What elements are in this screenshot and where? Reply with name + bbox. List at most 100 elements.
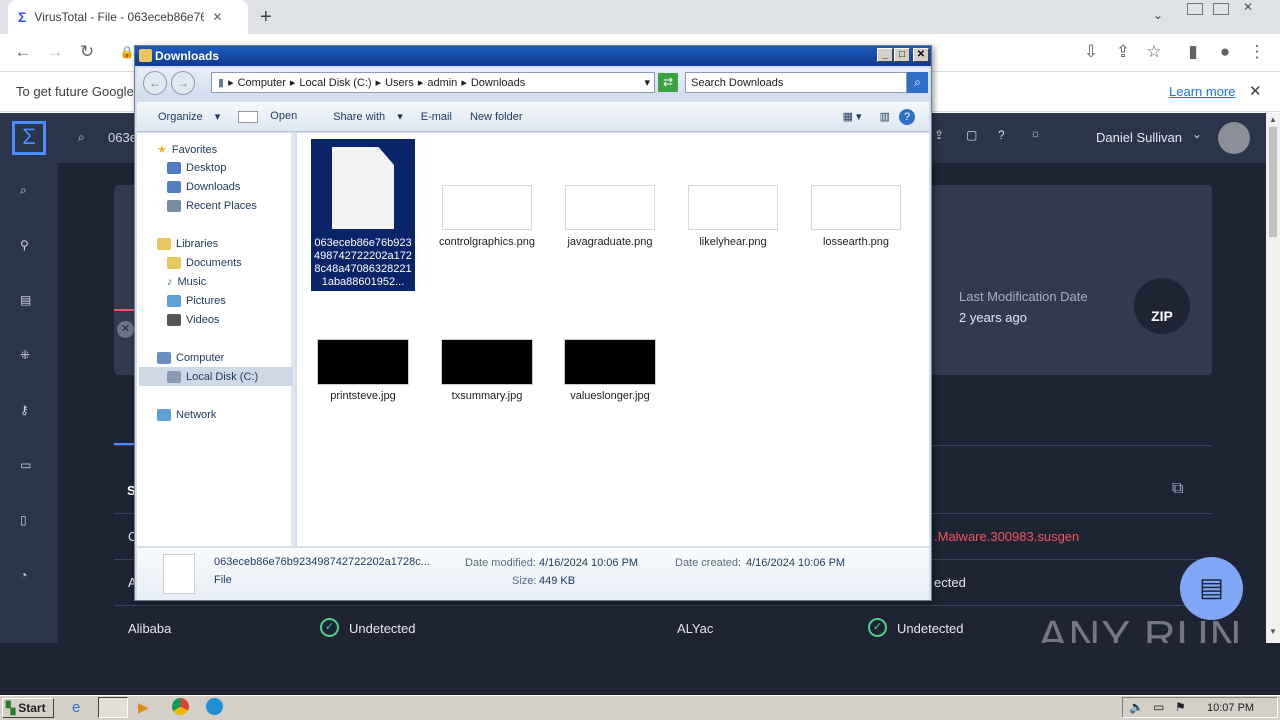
explorer-minimize-button[interactable]: _: [877, 48, 893, 62]
minimize-window-icon[interactable]: [1187, 3, 1203, 15]
start-button[interactable]: ▚ Start: [2, 698, 54, 718]
open-button[interactable]: Open: [229, 110, 315, 123]
learn-more-link[interactable]: Learn more: [1169, 84, 1235, 99]
email-button[interactable]: E-mail: [412, 111, 461, 123]
vt-nav-support-icon[interactable]: ◔: [20, 568, 27, 582]
explorer-maximize-button[interactable]: □: [894, 48, 910, 62]
share-with-button[interactable]: Share with ▾: [315, 110, 412, 123]
vt-user-name[interactable]: Daniel Sullivan: [1096, 130, 1182, 145]
new-folder-button[interactable]: New folder: [461, 111, 532, 123]
restore-window-icon[interactable]: [1213, 3, 1229, 15]
breadcrumb[interactable]: ▮ ▸ Computer ▸ Local Disk (C:) ▸ Users ▸ adm…: [211, 72, 655, 93]
refresh-icon[interactable]: ⇄: [658, 73, 678, 92]
explorer-taskbar-icon[interactable]: [98, 697, 128, 718]
nav-recent-places[interactable]: Recent Places: [167, 200, 257, 212]
back-nav-button[interactable]: ←: [143, 71, 167, 95]
breadcrumb-downloads[interactable]: Downloads: [471, 77, 525, 89]
address-dropdown-icon[interactable]: ▾: [644, 76, 650, 89]
nav-local-disk[interactable]: Local Disk (C:): [139, 367, 293, 386]
vt-theme-icon[interactable]: ☼: [1030, 126, 1041, 140]
search-input[interactable]: Search Downloads: [685, 72, 907, 93]
profile-icon[interactable]: ●: [1214, 42, 1236, 62]
flag-icon[interactable]: ⚑: [1175, 700, 1186, 714]
file-item[interactable]: controlgraphics.png: [435, 185, 539, 248]
search-icon[interactable]: ⌕: [907, 72, 928, 93]
avatar[interactable]: [1218, 122, 1250, 154]
details-file-type: File: [214, 574, 232, 586]
chat-bubble-button[interactable]: ▤: [1180, 557, 1243, 620]
network-tray-icon[interactable]: ▭: [1153, 700, 1164, 714]
chrome-icon[interactable]: [172, 698, 189, 715]
file-item[interactable]: valueslonger.jpg: [558, 339, 662, 402]
reload-icon[interactable]: ↻: [76, 42, 98, 62]
organize-button[interactable]: Organize ▾: [137, 110, 229, 123]
vt-nav-monitor-icon[interactable]: ▭: [20, 458, 31, 472]
bookmark-star-icon[interactable]: ☆: [1143, 42, 1165, 62]
file-item[interactable]: javagraduate.png: [558, 185, 662, 248]
infobar-close-icon[interactable]: ✕: [1249, 82, 1262, 100]
nav-libraries[interactable]: Libraries: [157, 238, 218, 250]
nav-computer[interactable]: Computer: [157, 352, 224, 364]
scroll-down-icon[interactable]: ▼: [1269, 627, 1277, 636]
explorer-close-button[interactable]: ✕: [913, 48, 929, 62]
nav-favorites[interactable]: ★ Favorites: [157, 143, 217, 157]
browser-tab[interactable]: Σ VirusTotal - File - 063eceb86e76b923 ✕: [8, 0, 248, 34]
file-item[interactable]: printsteve.jpg: [311, 339, 415, 402]
scroll-up-icon[interactable]: ▲: [1269, 115, 1277, 124]
volume-icon[interactable]: 🔈: [1129, 700, 1144, 714]
file-item[interactable]: lossearth.png: [804, 185, 908, 248]
breadcrumb-users[interactable]: Users: [385, 77, 414, 89]
vt-help-icon[interactable]: ?: [998, 128, 1005, 142]
vt-search-input[interactable]: 063e: [108, 130, 137, 145]
close-tab-icon[interactable]: ✕: [212, 10, 222, 24]
explorer-titlebar[interactable]: Downloads _ □ ✕: [135, 46, 931, 66]
view-options-icon[interactable]: ▦ ▾: [834, 110, 871, 123]
file-item[interactable]: likelyhear.png: [681, 185, 785, 248]
vt-user-chevron-icon[interactable]: ⌄: [1192, 127, 1202, 141]
file-item[interactable]: txsummary.jpg: [435, 339, 539, 402]
scroll-thumb[interactable]: [1269, 127, 1277, 237]
breadcrumb-computer[interactable]: Computer: [238, 77, 286, 89]
vt-nav-key-icon[interactable]: ⚷: [20, 403, 29, 417]
forward-nav-button[interactable]: →: [171, 71, 195, 95]
vt-nav-docs-icon[interactable]: ▯: [20, 513, 27, 527]
side-panel-icon[interactable]: ▮: [1182, 42, 1204, 62]
vt-nav-report-icon[interactable]: ▤: [20, 293, 31, 307]
vt-nav-graph-icon[interactable]: ⁜: [20, 348, 30, 362]
forward-icon[interactable]: →: [44, 42, 66, 62]
vt-scrollbar[interactable]: ▲ ▼: [1266, 113, 1280, 643]
vt-engine-name: Alibaba: [128, 621, 172, 636]
ie-icon[interactable]: e: [72, 699, 80, 716]
breadcrumb-local-disk[interactable]: Local Disk (C:): [299, 77, 371, 89]
nav-network[interactable]: Network: [157, 409, 216, 421]
vt-nav-hunt-icon[interactable]: ⚲: [20, 238, 29, 252]
vt-nav-search-icon[interactable]: ⌕: [20, 183, 27, 198]
nav-music[interactable]: ♪ Music: [167, 276, 206, 288]
menu-icon[interactable]: ⋮: [1246, 42, 1268, 62]
nav-documents[interactable]: Documents: [167, 257, 242, 269]
install-icon[interactable]: ⇩: [1080, 42, 1102, 62]
breadcrumb-admin[interactable]: admin: [427, 77, 457, 89]
file-item-selected[interactable]: 063eceb86e76b923498742722202a1728c48a470…: [311, 139, 415, 291]
help-icon[interactable]: ?: [899, 108, 915, 125]
back-icon[interactable]: ←: [12, 42, 34, 62]
vt-engine-result: Undetected: [349, 621, 416, 636]
close-window-icon[interactable]: ✕: [1243, 0, 1253, 14]
share-icon[interactable]: ⇪: [1112, 42, 1134, 62]
media-player-icon[interactable]: ▶: [138, 699, 149, 716]
explorer-window: Downloads _ □ ✕ ← → ▮ ▸ Computer ▸ Local D…: [134, 45, 932, 601]
new-tab-icon[interactable]: +: [260, 6, 272, 29]
nav-downloads[interactable]: Downloads: [167, 181, 240, 193]
nav-videos[interactable]: Videos: [167, 314, 219, 326]
vt-upload-icon[interactable]: ⇪: [934, 128, 944, 142]
preview-pane-icon[interactable]: ▥: [871, 110, 899, 123]
vt-logo-icon[interactable]: Σ: [12, 121, 46, 155]
tab-search-icon[interactable]: ⌄: [1153, 8, 1163, 22]
file-name: javagraduate.png: [567, 236, 653, 248]
nav-pictures[interactable]: Pictures: [167, 295, 226, 307]
vt-copy-icon[interactable]: ⧉: [1172, 480, 1183, 498]
edge-icon[interactable]: [206, 698, 223, 715]
vt-close-circle-icon[interactable]: ✕: [117, 321, 134, 338]
vt-chat-icon[interactable]: ▢: [966, 128, 977, 142]
nav-desktop[interactable]: Desktop: [167, 162, 226, 174]
